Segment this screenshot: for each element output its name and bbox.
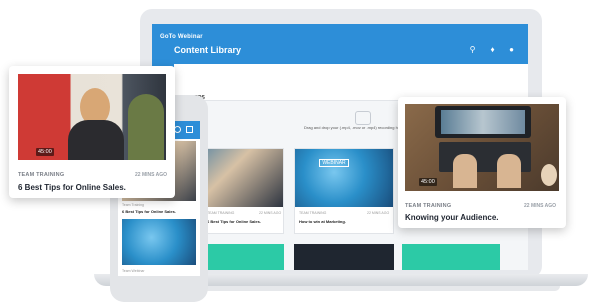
video-duration: 45:00 [419, 178, 437, 186]
phone-card-tag: Team Webinar [122, 269, 145, 273]
card-time: 22 MINS AGO [259, 211, 282, 215]
attendee-figure [128, 94, 164, 160]
video-duration: 45:00 [36, 148, 54, 156]
video-card-teal[interactable] [402, 244, 500, 270]
video-card[interactable]: TEAM TRAINING 22 MINS AGO 6 Best Tips fo… [202, 148, 284, 234]
account-avatar-icon[interactable]: ● [507, 45, 516, 54]
card-title: Knowing your Audience. [405, 213, 499, 222]
upload-icon [355, 111, 371, 125]
phone-video-thumbnail[interactable] [122, 219, 196, 265]
hand-figure [453, 154, 477, 188]
video-card-dark[interactable] [294, 244, 394, 270]
card-title: 6 Best Tips for Online Sales. [18, 183, 126, 192]
featured-video-thumbnail: 45:00 [405, 104, 559, 191]
phone-card-title: 6 Best Tips for Online Sales. [122, 209, 176, 214]
card-tag: TEAM TRAINING [299, 211, 327, 215]
featured-video-card-left[interactable]: 45:00 TEAM TRAINING 22 MINS AGO 6 Best T… [9, 66, 175, 198]
webinar-grid-in-photo [441, 110, 525, 134]
video-card-teal[interactable] [202, 244, 284, 270]
brand-logo[interactable]: GoTo Webinar [160, 34, 203, 40]
card-category: TEAM TRAINING [18, 172, 65, 178]
featured-video-card-right[interactable]: 45:00 TEAM TRAINING 22 MINS AGO Knowing … [398, 97, 566, 228]
card-time: 22 MINS AGO [524, 203, 557, 209]
upload-text: Drag and drop your (.mp4, .mov or .mp4) … [304, 125, 409, 130]
card-category: TEAM TRAINING [405, 203, 452, 209]
phone-card-tag: Team Training [122, 203, 144, 207]
search-icon[interactable]: ⚲ [468, 45, 477, 54]
webinar-thumb-badge: WEBINAR [319, 159, 349, 167]
video-thumbnail [203, 149, 283, 207]
app-header: GoTo Webinar Content Library ⚲ ♦ ● [152, 24, 528, 64]
card-time: 22 MINS AGO [135, 172, 168, 178]
phone-search-icon[interactable] [174, 126, 181, 133]
card-time: 22 MINS AGO [367, 211, 390, 215]
hand-figure [497, 154, 521, 188]
card-title: 6 Best Tips for Online Sales. [207, 219, 261, 224]
card-title: How to win at Marketing. [299, 219, 346, 224]
notifications-bell-icon[interactable]: ♦ [488, 45, 497, 54]
presenter-figure-body [68, 120, 124, 160]
coffee-cup-in-photo [541, 164, 557, 186]
card-tag: TEAM TRAINING [207, 211, 235, 215]
page-title: Content Library [174, 45, 242, 55]
phone-menu-icon[interactable] [186, 126, 193, 133]
video-thumbnail: WEBINAR [295, 149, 393, 207]
video-card[interactable]: WEBINAR TEAM TRAINING 22 MINS AGO How to… [294, 148, 394, 234]
featured-video-thumbnail: 45:00 [18, 74, 166, 160]
tab-bar: VIDEOS [174, 64, 528, 101]
